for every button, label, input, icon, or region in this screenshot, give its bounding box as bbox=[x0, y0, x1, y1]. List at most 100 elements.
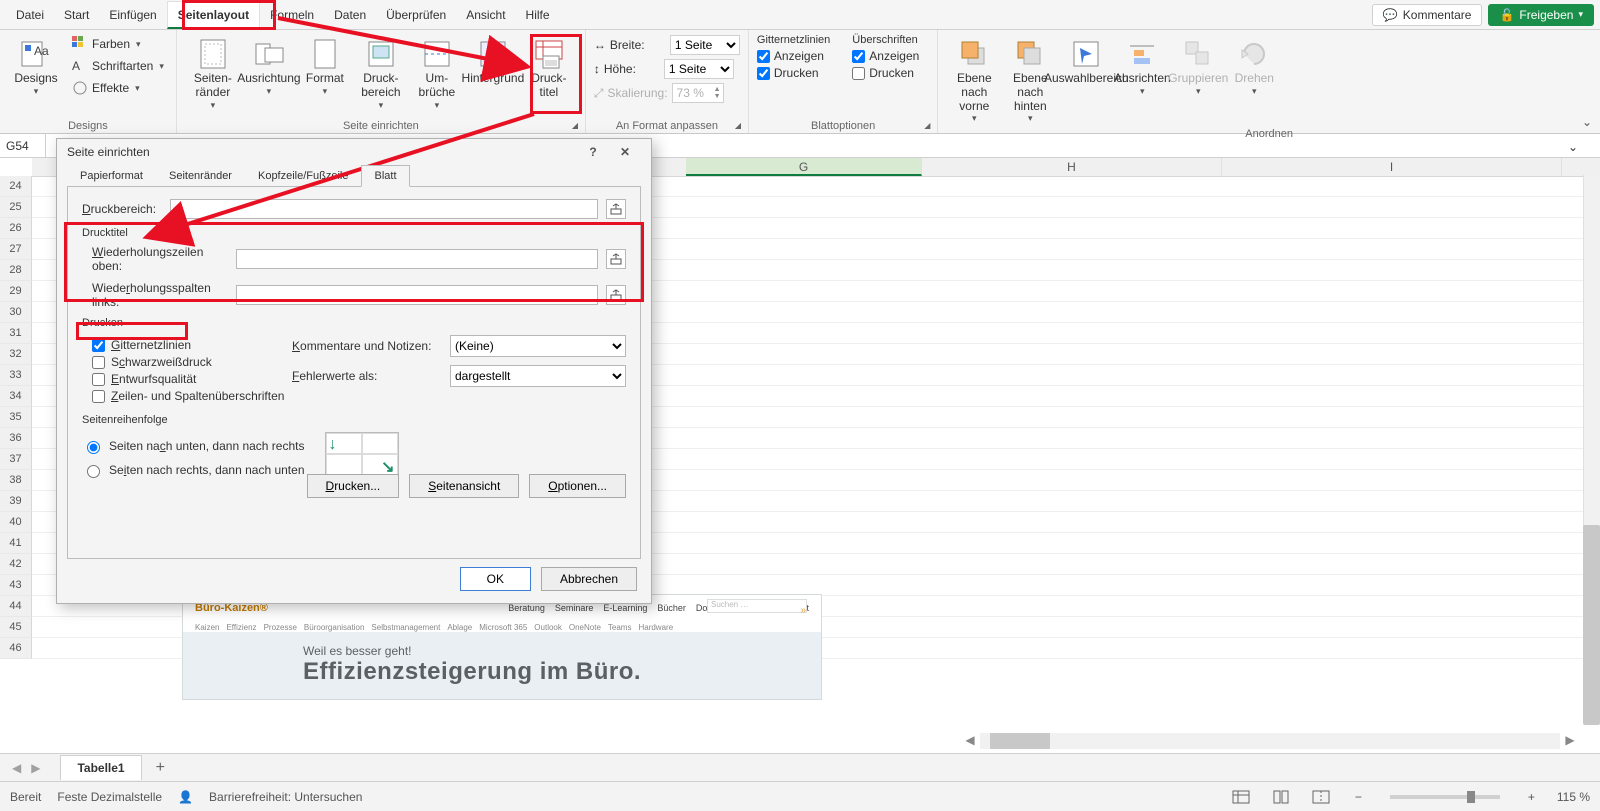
row-header-42[interactable]: 42 bbox=[0, 554, 32, 575]
row-header-26[interactable]: 26 bbox=[0, 218, 32, 239]
sheet-nav-next[interactable]: ▶ bbox=[31, 761, 40, 775]
chk-gridlines[interactable]: Gitternetzlinien bbox=[92, 338, 292, 352]
view-normal-button[interactable] bbox=[1229, 788, 1253, 806]
radio-right-then-down[interactable]: Seiten nach rechts, dann nach unten bbox=[82, 462, 305, 478]
width-select[interactable]: 1 Seite bbox=[670, 35, 740, 55]
sheet-add-button[interactable]: + bbox=[142, 759, 179, 777]
sheet-tab-tabelle1[interactable]: Tabelle1 bbox=[60, 755, 141, 780]
row-header-31[interactable]: 31 bbox=[0, 323, 32, 344]
row-header-28[interactable]: 28 bbox=[0, 260, 32, 281]
dialog-close-button[interactable]: ✕ bbox=[609, 145, 641, 159]
dlg-tab-blatt[interactable]: Blatt bbox=[361, 165, 409, 187]
page-setup-launcher[interactable]: ◢ bbox=[569, 119, 581, 131]
tab-formeln[interactable]: Formeln bbox=[260, 2, 324, 27]
sheet-options-launcher[interactable]: ◢ bbox=[921, 119, 933, 131]
dlg-tab-seitenraender[interactable]: Seitenränder bbox=[156, 165, 245, 187]
margins-button[interactable]: Seiten- ränder▾ bbox=[185, 34, 241, 114]
headings-view-chk[interactable]: Anzeigen bbox=[852, 49, 919, 63]
row-header-36[interactable]: 36 bbox=[0, 428, 32, 449]
row-header-24[interactable]: 24 bbox=[0, 176, 32, 197]
print-titles-button[interactable]: Druck- titel bbox=[521, 34, 577, 104]
breaks-button[interactable]: Um- brüche▾ bbox=[409, 34, 465, 114]
sheet-nav-prev[interactable]: ◀ bbox=[12, 761, 21, 775]
scale-launcher[interactable]: ◢ bbox=[732, 119, 744, 131]
row-header-43[interactable]: 43 bbox=[0, 575, 32, 596]
row-header-30[interactable]: 30 bbox=[0, 302, 32, 323]
print-area-input[interactable] bbox=[170, 199, 598, 219]
repeat-cols-range-button[interactable] bbox=[606, 285, 626, 305]
embedded-webpage-object[interactable]: Büro-Kaizen® Beratung Seminare E-Learnin… bbox=[182, 594, 822, 700]
gridlines-view-chk[interactable]: Anzeigen bbox=[757, 49, 830, 63]
hscroll-thumb[interactable] bbox=[990, 733, 1050, 749]
dlg-tab-kopfzeile[interactable]: Kopfzeile/Fußzeile bbox=[245, 165, 362, 187]
selection-pane-button[interactable]: Auswahlbereich bbox=[1058, 34, 1114, 90]
dlg-ok-button[interactable]: OK bbox=[460, 567, 531, 591]
print-area-range-button[interactable] bbox=[606, 199, 626, 219]
comments-button[interactable]: 💬 Kommentare bbox=[1372, 4, 1483, 26]
vertical-scrollbar-thumb[interactable] bbox=[1583, 525, 1600, 725]
dlg-preview-button[interactable]: Seitenansicht bbox=[409, 474, 519, 498]
repeat-rows-input[interactable] bbox=[236, 249, 598, 269]
zoom-in-button[interactable]: + bbox=[1522, 790, 1541, 804]
dlg-options-button[interactable]: Optionen... bbox=[529, 474, 626, 498]
view-page-layout-button[interactable] bbox=[1269, 788, 1293, 806]
row-header-25[interactable]: 25 bbox=[0, 197, 32, 218]
row-header-39[interactable]: 39 bbox=[0, 491, 32, 512]
tab-einfuegen[interactable]: Einfügen bbox=[99, 2, 166, 27]
row-header-37[interactable]: 37 bbox=[0, 449, 32, 470]
colors-button[interactable]: Farben▾ bbox=[68, 34, 168, 54]
chk-headings[interactable]: Zeilen- und Spaltenüberschriften bbox=[92, 389, 292, 403]
ribbon-collapse-button[interactable]: ⌄ bbox=[1582, 115, 1592, 129]
tab-start[interactable]: Start bbox=[54, 2, 99, 27]
tab-hilfe[interactable]: Hilfe bbox=[516, 2, 560, 27]
themes-button[interactable]: Aa Designs ▾ bbox=[8, 34, 64, 100]
row-header-35[interactable]: 35 bbox=[0, 407, 32, 428]
view-page-break-button[interactable] bbox=[1309, 788, 1333, 806]
tab-daten[interactable]: Daten bbox=[324, 2, 376, 27]
horizontal-scrollbar[interactable]: ◀ ▶ bbox=[980, 733, 1560, 749]
headings-print-chk[interactable]: Drucken bbox=[852, 66, 919, 80]
gridlines-print-chk[interactable]: Drucken bbox=[757, 66, 830, 80]
zoom-out-button[interactable]: − bbox=[1349, 790, 1368, 804]
chk-bw[interactable]: Schwarzweißdruck bbox=[92, 355, 292, 369]
col-header-i[interactable]: I bbox=[1222, 158, 1562, 176]
print-area-button[interactable]: Druck- bereich▾ bbox=[353, 34, 409, 114]
hscroll-left[interactable]: ◀ bbox=[962, 733, 978, 749]
size-button[interactable]: Format▾ bbox=[297, 34, 353, 100]
col-header-g[interactable]: G bbox=[686, 158, 922, 176]
row-header-45[interactable]: 45 bbox=[0, 617, 32, 638]
row-header-46[interactable]: 46 bbox=[0, 638, 32, 659]
row-header-38[interactable]: 38 bbox=[0, 470, 32, 491]
row-header-40[interactable]: 40 bbox=[0, 512, 32, 533]
row-header-27[interactable]: 27 bbox=[0, 239, 32, 260]
status-accessibility[interactable]: Barrierefreiheit: Untersuchen bbox=[209, 790, 362, 804]
zoom-slider[interactable] bbox=[1390, 795, 1500, 799]
tab-ueberpruefen[interactable]: Überprüfen bbox=[376, 2, 456, 27]
dlg-print-button[interactable]: Drucken... bbox=[307, 474, 400, 498]
share-button[interactable]: 🔓 Freigeben ▾ bbox=[1488, 4, 1594, 26]
errors-select[interactable]: dargestellt bbox=[450, 365, 626, 387]
hscroll-right[interactable]: ▶ bbox=[1562, 733, 1578, 749]
dialog-help-button[interactable]: ? bbox=[577, 145, 609, 159]
bring-forward-button[interactable]: Ebene nach vorne▾ bbox=[946, 34, 1002, 128]
dlg-tab-papierformat[interactable]: Papierformat bbox=[67, 165, 156, 187]
row-header-32[interactable]: 32 bbox=[0, 344, 32, 365]
row-header-29[interactable]: 29 bbox=[0, 281, 32, 302]
background-button[interactable]: Hintergrund bbox=[465, 34, 521, 90]
orientation-button[interactable]: Ausrichtung▾ bbox=[241, 34, 297, 100]
tab-ansicht[interactable]: Ansicht bbox=[456, 2, 515, 27]
formula-bar-expand[interactable]: ⌄ bbox=[1568, 140, 1578, 154]
fonts-button[interactable]: A Schriftarten▾ bbox=[68, 56, 168, 76]
repeat-rows-range-button[interactable] bbox=[606, 249, 626, 269]
row-header-41[interactable]: 41 bbox=[0, 533, 32, 554]
row-header-44[interactable]: 44 bbox=[0, 596, 32, 617]
repeat-cols-input[interactable] bbox=[236, 285, 598, 305]
zoom-value[interactable]: 115 % bbox=[1557, 790, 1590, 804]
chk-draft[interactable]: Entwurfsqualität bbox=[92, 372, 292, 386]
dlg-cancel-button[interactable]: Abbrechen bbox=[541, 567, 637, 591]
effects-button[interactable]: Effekte▾ bbox=[68, 78, 168, 98]
row-header-34[interactable]: 34 bbox=[0, 386, 32, 407]
height-select[interactable]: 1 Seite bbox=[664, 59, 734, 79]
tab-datei[interactable]: Datei bbox=[6, 2, 54, 27]
tab-seitenlayout[interactable]: Seitenlayout bbox=[167, 1, 260, 29]
